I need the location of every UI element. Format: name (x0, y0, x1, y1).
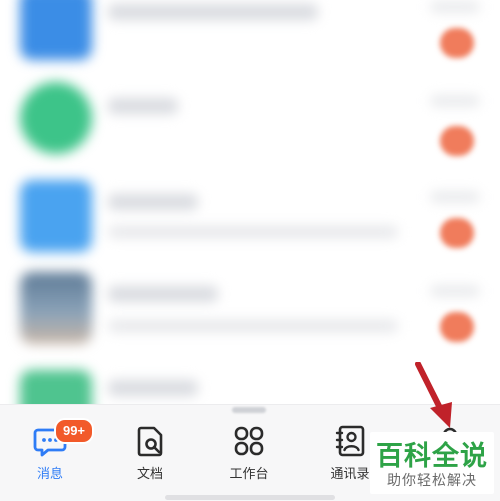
avatar (20, 180, 92, 252)
chat-title-blurred (108, 4, 318, 20)
red-arrow-annotation (415, 362, 452, 428)
chat-item[interactable] (0, 0, 500, 72)
unread-badge (440, 218, 474, 248)
avatar (20, 370, 92, 404)
chat-title-blurred (108, 194, 198, 210)
chat-preview-blurred (108, 226, 398, 238)
unread-badge (440, 126, 474, 156)
unread-badge (440, 312, 474, 342)
chat-title-blurred (108, 286, 218, 302)
chat-item[interactable] (0, 166, 500, 260)
avatar (20, 82, 92, 154)
chat-title-blurred (108, 98, 178, 114)
home-indicator (165, 495, 335, 500)
watermark-subtitle: 助你轻松解决 (387, 473, 477, 489)
tab-docs[interactable]: 文档 (110, 423, 190, 487)
tab-label: 通讯录 (330, 467, 370, 482)
chat-title-blurred (108, 380, 198, 396)
watermark-title: 百科全说 (376, 441, 488, 472)
chat-item[interactable] (0, 262, 500, 356)
chat-preview-blurred (108, 320, 398, 332)
tab-workbench[interactable]: 工作台 (209, 423, 289, 487)
grid-icon (234, 426, 264, 456)
unread-badge (440, 28, 474, 58)
avatar (20, 272, 92, 344)
chat-list (0, 0, 500, 404)
chat-item[interactable] (0, 72, 500, 166)
tab-label: 文档 (136, 467, 163, 482)
tab-label: 消息 (36, 467, 63, 482)
contacts-icon (335, 425, 365, 457)
chat-time-blurred (430, 286, 480, 296)
unread-count-badge: 99+ (54, 418, 94, 444)
chat-time-blurred (430, 2, 480, 12)
chat-time-blurred (430, 192, 480, 202)
drag-handle[interactable] (232, 407, 266, 413)
chat-time-blurred (430, 96, 480, 106)
avatar (20, 0, 92, 60)
tab-label: 工作台 (229, 467, 269, 482)
document-icon (137, 426, 163, 457)
watermark-logo: 百科全说 助你轻松解决 (370, 432, 494, 494)
